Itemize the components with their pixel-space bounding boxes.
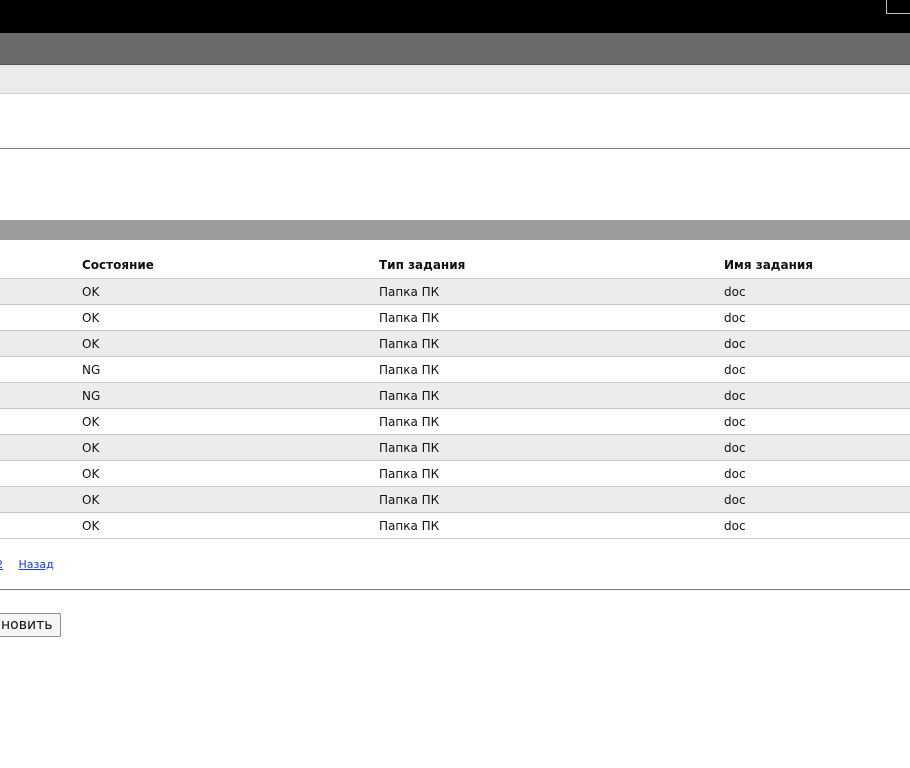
cell-job-name: doc [724,304,910,331]
cell-index [0,304,82,331]
column-header-job-name: Имя задания [724,252,910,279]
cell-index [0,330,82,357]
cell-index [0,460,82,487]
cell-job-type: Папка ПК [379,512,724,539]
back-link[interactable]: Назад [19,558,54,571]
menu-bar [0,33,910,65]
cell-job-name: doc [724,434,910,461]
table-row: NG Папка ПК doc [0,356,910,383]
table-row: OK Папка ПК doc [0,460,910,487]
cell-job-name: doc [724,460,910,487]
column-header-job-type: Тип задания [379,252,724,279]
print-job-log-page: Состояние Тип задания Имя задания OK Папк… [0,0,910,768]
cell-job-type: Папка ПК [379,304,724,331]
cell-status: OK [82,512,379,539]
cell-status: OK [82,330,379,357]
cell-job-type: Папка ПК [379,382,724,409]
cell-index [0,434,82,461]
cell-status: NG [82,356,379,383]
cell-status: OK [82,486,379,513]
job-log-table: Состояние Тип задания Имя задания OK Папк… [0,252,910,539]
cell-job-name: doc [724,382,910,409]
cell-status: OK [82,408,379,435]
cell-job-name: doc [724,486,910,513]
cell-job-name: doc [724,330,910,357]
table-row: OK Папка ПК doc [0,512,910,539]
cell-job-name: doc [724,278,910,305]
page-link[interactable]: 2 [0,558,3,571]
cell-status: NG [82,382,379,409]
sub-menu-bar [0,65,910,94]
cell-job-type: Папка ПК [379,356,724,383]
table-row: OK Папка ПК doc [0,486,910,513]
cell-job-name: doc [724,512,910,539]
section-header-bar [0,220,910,240]
top-header-bar [0,0,910,33]
table-row: OK Папка ПК doc [0,408,910,435]
cell-job-type: Папка ПК [379,330,724,357]
cell-status: OK [82,434,379,461]
table-header-row: Состояние Тип задания Имя задания [0,252,910,279]
cell-job-type: Папка ПК [379,278,724,305]
cell-index [0,408,82,435]
table-row: OK Папка ПК doc [0,304,910,331]
cell-index [0,512,82,539]
cell-index [0,486,82,513]
cell-job-type: Папка ПК [379,486,724,513]
column-header-status: Состояние [82,252,379,279]
cell-job-name: doc [724,408,910,435]
table-row: NG Папка ПК doc [0,382,910,409]
cell-job-type: Папка ПК [379,408,724,435]
cell-index [0,382,82,409]
cell-status: OK [82,278,379,305]
table-row: OK Папка ПК doc [0,278,910,305]
cell-status: OK [82,460,379,487]
column-header-index [0,252,82,279]
pagination: 2 Назад [0,558,54,571]
cell-status: OK [82,304,379,331]
cell-job-type: Папка ПК [379,434,724,461]
refresh-button[interactable]: новить [0,613,62,637]
table-row: OK Папка ПК doc [0,434,910,461]
divider [0,148,910,149]
divider [0,589,910,590]
header-corner-button[interactable] [886,0,910,14]
cell-index [0,278,82,305]
cell-job-type: Папка ПК [379,460,724,487]
table-row: OK Папка ПК doc [0,330,910,357]
cell-index [0,356,82,383]
cell-job-name: doc [724,356,910,383]
